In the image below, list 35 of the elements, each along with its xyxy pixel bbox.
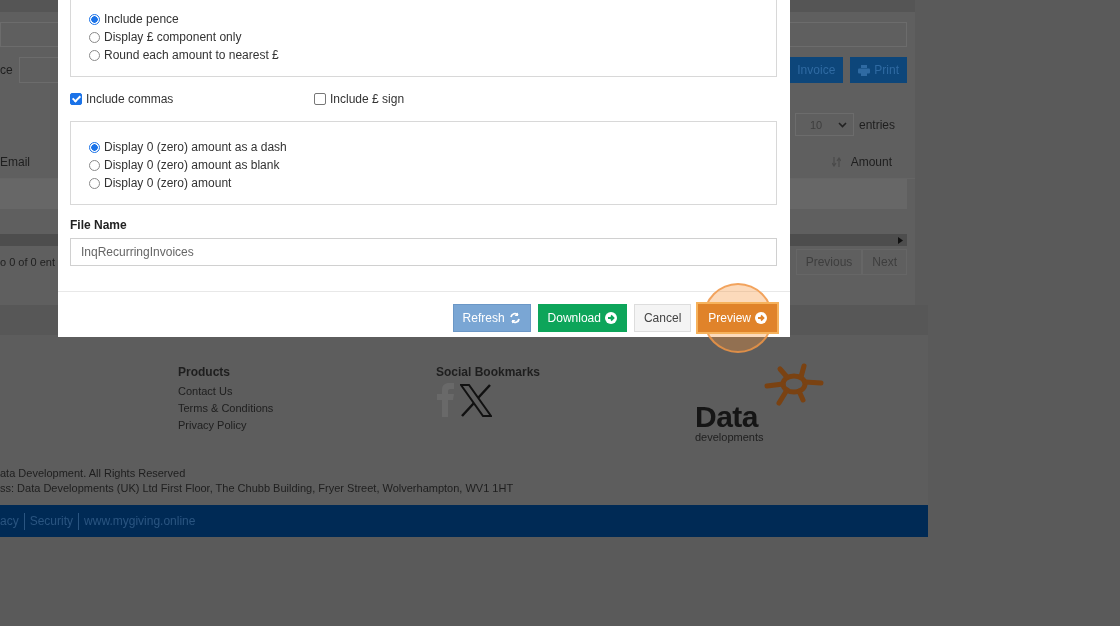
field-label: File Name bbox=[70, 218, 128, 232]
copyright-text: ss: Data Developments (UK) Ltd First Floor, The Chubb Building, Fryer Street, Wolverhampton, WV1 1HT bbox=[0, 481, 515, 496]
checkbox-option[interactable]: Include £ sign bbox=[314, 90, 405, 108]
column-header[interactable]: Email bbox=[0, 154, 30, 169]
footer-link[interactable]: Contact Us bbox=[178, 383, 436, 400]
footer-heading: Social Bookmarks bbox=[436, 365, 542, 379]
entries-label: entries bbox=[858, 117, 895, 132]
logo-wordmark: Data bbox=[695, 403, 759, 431]
preview-button[interactable]: Preview bbox=[698, 304, 777, 332]
footer-heading: Products bbox=[178, 365, 231, 379]
download-button[interactable]: Download bbox=[537, 304, 627, 332]
printer-icon bbox=[858, 64, 871, 76]
checkbox-option[interactable]: Include commas bbox=[70, 90, 174, 108]
radio-option[interactable]: Include pence bbox=[89, 10, 758, 28]
radio-option[interactable]: Display 0 (zero) amount as blank bbox=[89, 156, 758, 174]
filter-field[interactable] bbox=[18, 57, 59, 83]
refresh-button[interactable]: Refresh bbox=[452, 304, 531, 332]
footer-link[interactable]: Terms & Conditions bbox=[178, 400, 436, 417]
radio-option[interactable]: Round each amount to nearest £ bbox=[89, 46, 758, 64]
refresh-icon bbox=[508, 312, 521, 324]
column-header[interactable]: Amount bbox=[850, 154, 892, 169]
arrow-circle-icon bbox=[755, 312, 767, 324]
footer-link[interactable]: Privacy Policy bbox=[178, 417, 436, 434]
radio-option[interactable]: Display £ component only bbox=[89, 28, 758, 46]
radio-option[interactable]: Display 0 (zero) amount bbox=[89, 174, 758, 192]
x-icon[interactable] bbox=[460, 383, 492, 417]
scroll-right-icon[interactable] bbox=[898, 236, 903, 244]
chevron-down-icon bbox=[837, 121, 847, 128]
arrow-circle-icon bbox=[604, 312, 617, 324]
field-label: ce bbox=[0, 63, 13, 77]
cancel-button[interactable]: Cancel bbox=[633, 304, 692, 332]
radio-option[interactable]: Display 0 (zero) amount as a dash bbox=[89, 138, 758, 156]
logo-tagline: developments bbox=[695, 431, 764, 443]
file-name-field[interactable]: InqRecurringInvoices bbox=[70, 238, 777, 266]
copyright-text: ata Development. All Rights Reserved bbox=[0, 466, 187, 481]
